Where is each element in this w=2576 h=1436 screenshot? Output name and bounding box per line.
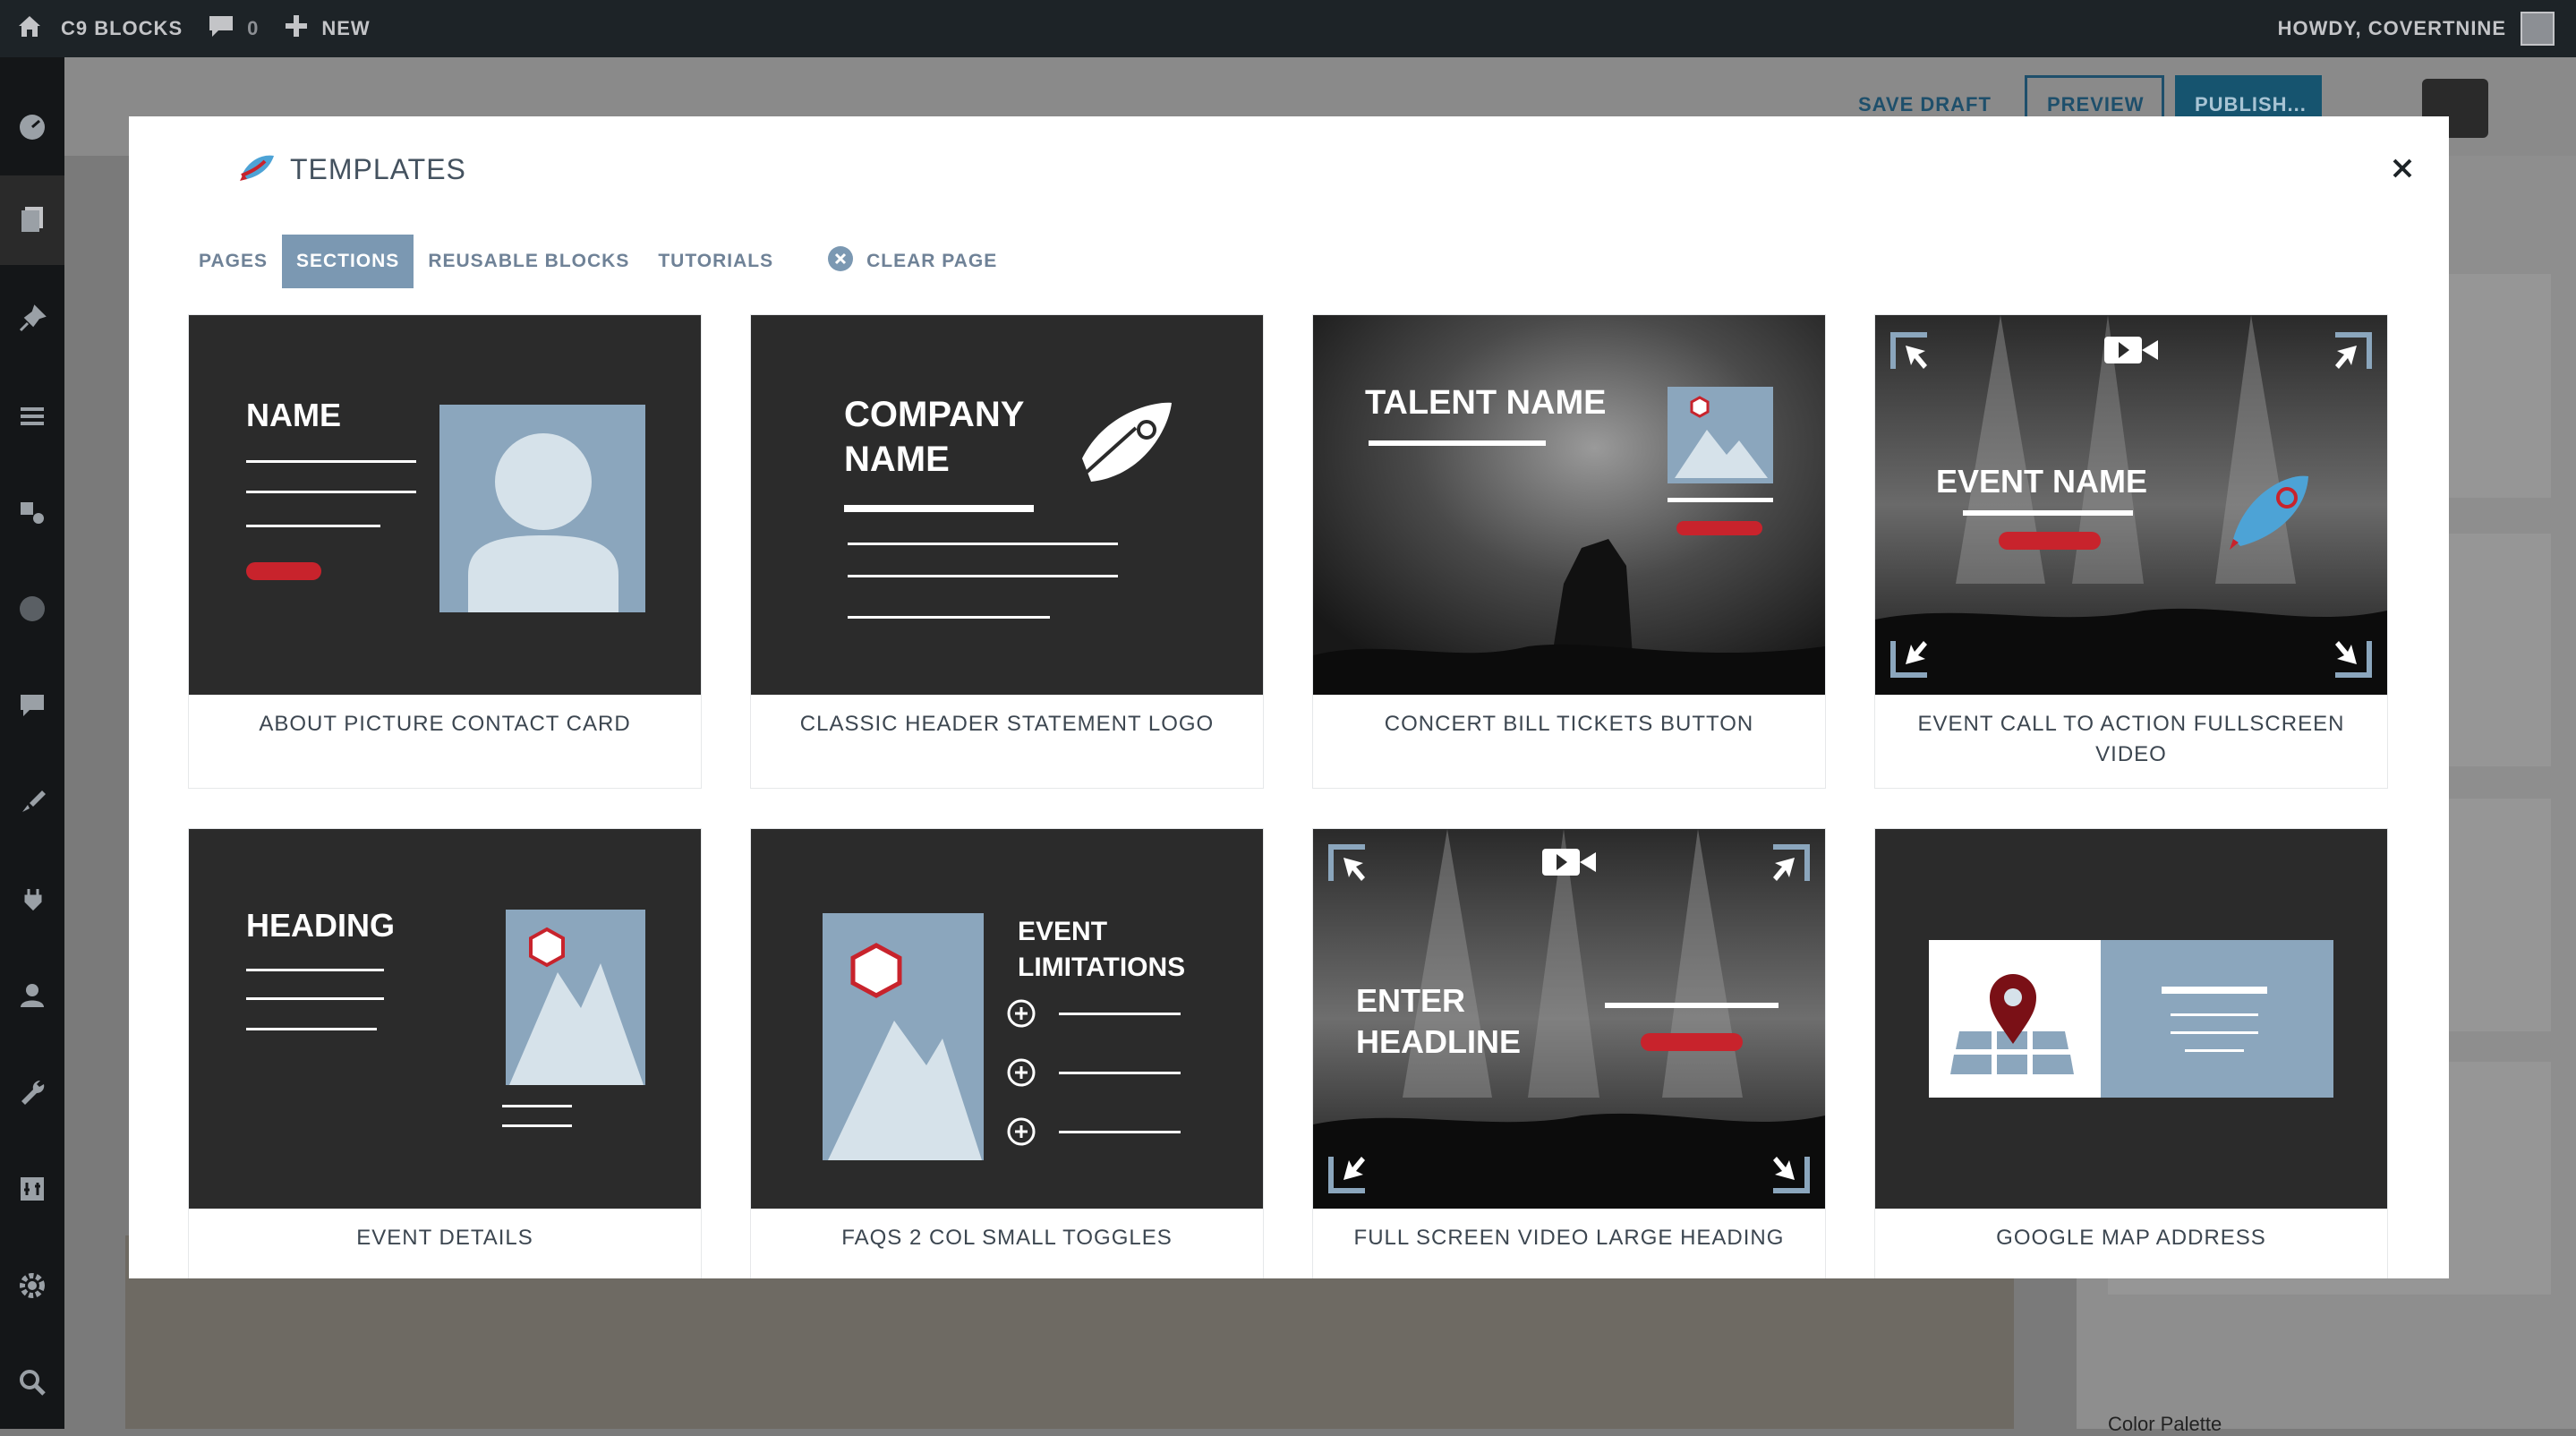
menu-item-lists[interactable] — [0, 372, 64, 462]
sidebar-section-title: Color Palette — [2108, 1413, 2222, 1435]
thumb-heading: LIMITATIONS — [1018, 953, 1185, 982]
template-card-event-call-to-action-fullscreen-video[interactable]: EVENT NAME EVENT CALL TO ACTION FULLSCRE… — [1874, 314, 2388, 789]
template-name: EVENT DETAILS — [356, 1226, 533, 1250]
pages-icon — [17, 203, 47, 238]
clear-page-button[interactable]: CLEAR PAGE — [813, 235, 1011, 288]
comments-count: 0 — [247, 17, 260, 39]
template-thumbnail: EVENT LIMITATIONS — [751, 829, 1263, 1209]
template-name: FAQS 2 COL SMALL TOGGLES — [841, 1226, 1173, 1250]
menu-item-comments[interactable] — [0, 662, 64, 752]
home-link[interactable]: C9 BLOCKS — [0, 0, 195, 57]
avatar[interactable] — [2521, 12, 2555, 46]
template-card-google-map-address[interactable]: GOOGLE MAP ADDRESS — [1874, 828, 2388, 1278]
admin-menu — [0, 57, 64, 1429]
template-thumbnail: COMPANY NAME — [751, 315, 1263, 695]
menu-item-import[interactable] — [0, 1146, 64, 1235]
close-icon — [2392, 158, 2413, 184]
template-thumbnail: HEADING — [189, 829, 701, 1209]
menu-item-posts[interactable] — [0, 276, 64, 365]
search-icon — [17, 1367, 47, 1402]
template-thumbnail: ENTER HEADLINE — [1313, 829, 1825, 1209]
home-icon — [16, 13, 43, 45]
pin-icon — [17, 303, 47, 338]
menu-item-search[interactable] — [0, 1339, 64, 1429]
list-icon — [17, 400, 47, 435]
tab-pages[interactable]: PAGES — [184, 235, 282, 288]
thumb-heading: EVENT — [1018, 917, 1107, 946]
menu-item-plugins[interactable] — [0, 856, 64, 945]
thumb-heading: EVENT NAME — [1936, 463, 2147, 500]
templates-modal: TEMPLATES PAGES SECTIONS REUSABLE BLOCKS… — [129, 116, 2449, 1278]
template-name: ABOUT PICTURE CONTACT CARD — [259, 712, 631, 736]
template-tabs: PAGES SECTIONS REUSABLE BLOCKS TUTORIALS… — [184, 235, 1011, 288]
save-draft-button[interactable]: SAVE DRAFT — [1858, 93, 1992, 116]
admin-bar: C9 BLOCKS 0 NEW HOWDY, COVERTNINE — [0, 0, 2576, 57]
rocket-logo-icon — [238, 152, 276, 187]
template-thumbnail: TALENT NAME — [1313, 315, 1825, 695]
menu-item-users[interactable] — [0, 953, 64, 1042]
template-name: CLASSIC HEADER STATEMENT LOGO — [799, 712, 1215, 736]
template-card-concert-bill-tickets-button[interactable]: TALENT NAME CONCERT BILL TICKETS BUTTON — [1312, 314, 1826, 789]
plus-icon — [284, 13, 309, 44]
dashboard-icon — [17, 112, 47, 147]
brush-icon — [17, 787, 47, 822]
new-content-link[interactable]: NEW — [271, 0, 382, 57]
blocks-icon — [17, 594, 47, 628]
gear-icon — [17, 1270, 47, 1305]
thumb-heading: NAME — [246, 397, 341, 433]
user-icon — [17, 980, 47, 1015]
template-thumbnail — [1875, 829, 2387, 1209]
thumb-heading: ENTER — [1356, 982, 1465, 1019]
template-thumbnail: NAME — [189, 315, 701, 695]
menu-item-pages[interactable] — [0, 175, 64, 265]
comment-icon — [208, 13, 235, 44]
publish-label: PUBLISH... — [2195, 93, 2307, 115]
wrench-icon — [17, 1077, 47, 1112]
plug-icon — [17, 884, 47, 919]
menu-item-appearance[interactable] — [0, 759, 64, 849]
clear-page-label: CLEAR PAGE — [866, 251, 998, 271]
template-name: EVENT CALL TO ACTION FULLSCREEN VIDEO — [1917, 712, 2345, 766]
menu-item-tools[interactable] — [0, 1049, 64, 1139]
thumb-heading: HEADLINE — [1356, 1023, 1521, 1060]
import-icon — [17, 1174, 47, 1209]
tab-tutorials[interactable]: TUTORIALS — [644, 235, 788, 288]
close-button[interactable] — [2384, 152, 2420, 188]
template-card-full-screen-video-large-heading[interactable]: ENTER HEADLINE FULL SCREEN VIDEO LARGE H… — [1312, 828, 1826, 1278]
preview-label: PREVIEW — [2047, 93, 2145, 115]
template-thumbnail: EVENT NAME — [1875, 315, 2387, 695]
greeting[interactable]: HOWDY, COVERTNINE — [2278, 17, 2506, 40]
menu-item-settings[interactable] — [0, 1243, 64, 1332]
tab-sections[interactable]: SECTIONS — [281, 235, 414, 288]
template-name: FULL SCREEN VIDEO LARGE HEADING — [1353, 1226, 1785, 1250]
template-name: GOOGLE MAP ADDRESS — [1996, 1226, 2266, 1250]
tab-reusable-blocks[interactable]: REUSABLE BLOCKS — [414, 235, 644, 288]
comments-link[interactable]: 0 — [195, 0, 271, 57]
template-card-faqs-2-col-small-toggles[interactable]: EVENT LIMITATIONS FAQS 2 COL SMALL TOGGL… — [750, 828, 1264, 1278]
thumb-heading: TALENT NAME — [1365, 384, 1607, 422]
site-name[interactable]: C9 BLOCKS — [61, 17, 183, 40]
menu-item-media[interactable] — [0, 469, 64, 559]
template-name: CONCERT BILL TICKETS BUTTON — [1384, 712, 1754, 736]
thumb-heading: COMPANY — [844, 395, 1025, 434]
template-card-classic-header-statement-logo[interactable]: COMPANY NAME CLASSIC HEADER STATEMENT LO… — [750, 314, 1264, 789]
template-card-about-picture-contact-card[interactable]: NAME ABOUT PICTURE CONTACT CARD — [188, 314, 702, 789]
modal-header: TEMPLATES — [238, 152, 466, 187]
comments-menu-icon — [17, 690, 47, 725]
media-icon — [17, 497, 47, 532]
modal-title: TEMPLATES — [290, 153, 466, 185]
thumb-heading: HEADING — [246, 907, 395, 944]
clear-circle-icon — [827, 245, 854, 278]
thumb-heading: NAME — [844, 440, 950, 479]
new-label: NEW — [321, 17, 371, 39]
template-card-event-details[interactable]: HEADING EVENT DETAILS — [188, 828, 702, 1278]
menu-item-dashboard[interactable] — [0, 84, 64, 174]
menu-item-blocks[interactable] — [0, 566, 64, 655]
